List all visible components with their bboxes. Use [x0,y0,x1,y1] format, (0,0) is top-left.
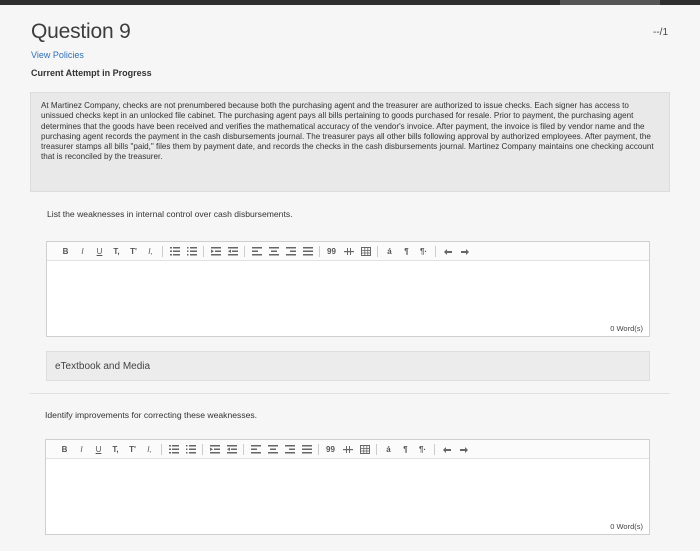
toolbar-separator [162,245,163,257]
rtl-button[interactable]: ¶· [415,244,432,258]
etextbook-link[interactable]: eTextbook and Media [46,351,650,381]
indent-icon[interactable] [223,442,240,456]
ltr-button[interactable]: ¶ [398,244,415,258]
underline-button[interactable]: U [90,442,107,456]
undo-icon[interactable] [439,244,456,258]
table-icon[interactable] [357,244,374,258]
editor-toolbar: B I U T, T' I, 99 á ¶ ¶· [47,242,649,261]
underline-button[interactable]: U [91,244,108,258]
redo-icon[interactable] [455,442,472,456]
italic-button[interactable]: I [74,244,91,258]
answer-editor-1[interactable]: B I U T, T' I, 99 á ¶ ¶· 0 Word(s) [46,241,650,337]
outdent-icon[interactable] [207,244,224,258]
horizontal-rule-icon[interactable] [339,442,356,456]
clear-format-button[interactable]: I, [141,442,158,456]
part1-prompt: List the weaknesses in internal control … [47,209,293,219]
toolbar-separator [243,443,244,455]
superscript-button[interactable]: T' [125,244,142,258]
horizontal-rule-icon[interactable] [340,244,357,258]
align-center-icon[interactable] [264,442,281,456]
attempt-status: Current Attempt in Progress [31,68,152,78]
toolbar-separator [244,245,245,257]
word-count: 0 Word(s) [610,522,643,531]
subscript-button[interactable]: T, [108,244,125,258]
align-right-icon[interactable] [281,442,298,456]
editor-toolbar: B I U T, T' I, 99 á ¶ ¶· [46,440,649,459]
question-passage: At Martinez Company, checks are not pren… [30,92,670,192]
numbered-list-icon[interactable] [183,244,200,258]
numbered-list-icon[interactable] [182,442,199,456]
align-left-icon[interactable] [247,442,264,456]
justify-icon[interactable] [298,442,315,456]
toolbar-separator [161,443,162,455]
blockquote-button[interactable]: 99 [323,244,340,258]
bullet-list-icon[interactable] [166,244,183,258]
clear-format-button[interactable]: I, [142,244,159,258]
toolbar-separator [318,443,319,455]
ltr-button[interactable]: ¶ [397,442,414,456]
table-icon[interactable] [356,442,373,456]
toolbar-separator [377,245,378,257]
justify-icon[interactable] [299,244,316,258]
points-label: --/1 [653,27,668,38]
align-right-icon[interactable] [282,244,299,258]
redo-icon[interactable] [456,244,473,258]
subscript-button[interactable]: T, [107,442,124,456]
bullet-list-icon[interactable] [165,442,182,456]
outdent-icon[interactable] [206,442,223,456]
indent-icon[interactable] [224,244,241,258]
align-left-icon[interactable] [248,244,265,258]
toolbar-separator [434,443,435,455]
word-count: 0 Word(s) [610,324,643,333]
italic-button[interactable]: I [73,442,90,456]
blockquote-button[interactable]: 99 [322,442,339,456]
rtl-button[interactable]: ¶· [414,442,431,456]
question-title: Question 9 [31,20,131,43]
bold-button[interactable]: B [56,442,73,456]
special-char-button[interactable]: á [381,244,398,258]
answer-editor-2[interactable]: B I U T, T' I, 99 á ¶ ¶· 0 Word(s) [45,439,650,535]
toolbar-separator [319,245,320,257]
section-divider [30,393,670,394]
toolbar-separator [202,443,203,455]
question-card: Question 9 --/1 View Policies Current At… [0,5,700,551]
toolbar-separator [435,245,436,257]
toolbar-separator [376,443,377,455]
undo-icon[interactable] [438,442,455,456]
special-char-button[interactable]: á [380,442,397,456]
toolbar-separator [203,245,204,257]
view-policies-link[interactable]: View Policies [31,50,84,60]
part2-prompt: Identify improvements for correcting the… [45,410,258,420]
superscript-button[interactable]: T' [124,442,141,456]
align-center-icon[interactable] [265,244,282,258]
bold-button[interactable]: B [57,244,74,258]
